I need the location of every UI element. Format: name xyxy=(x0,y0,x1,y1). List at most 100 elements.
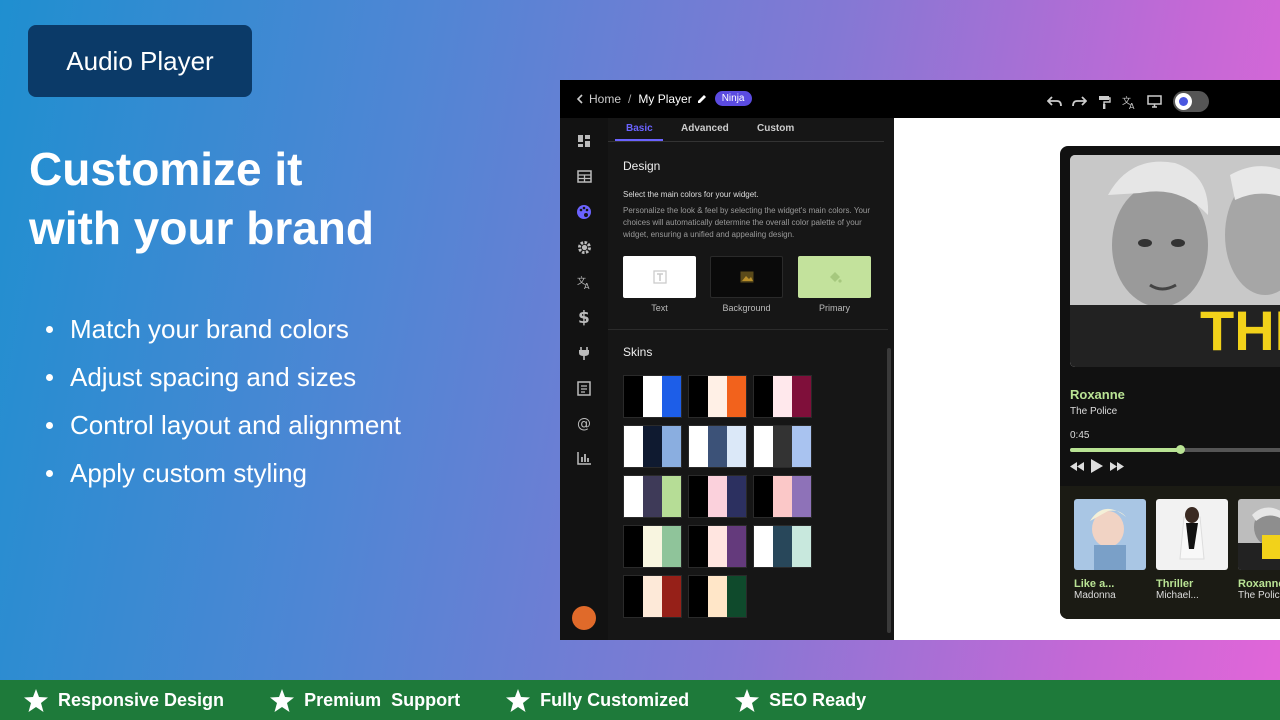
playlist-item-artist: Madonna xyxy=(1074,590,1116,601)
playlist-item-cover xyxy=(1156,499,1228,570)
skin-option[interactable] xyxy=(623,575,682,618)
fast-forward-icon[interactable] xyxy=(1110,461,1124,471)
form-icon[interactable] xyxy=(576,380,592,396)
undo-icon[interactable] xyxy=(1046,93,1063,110)
feature-item: Premium Support xyxy=(270,688,461,712)
tab-basic[interactable]: Basic xyxy=(626,123,653,134)
skin-option[interactable] xyxy=(688,575,747,618)
audio-player-widget: THE POLICE Roxanne The Police 0:45 Like … xyxy=(1060,146,1280,619)
skin-option[interactable] xyxy=(688,475,747,518)
feature-item: Fully Customized xyxy=(506,688,690,712)
translate-icon[interactable]: 文A xyxy=(1121,93,1138,110)
settings-panel: Basic Advanced Custom Design Select the … xyxy=(608,118,894,640)
progress-thumb[interactable] xyxy=(1176,445,1185,454)
skin-color-stripe xyxy=(754,426,773,467)
skin-color-stripe xyxy=(643,426,662,467)
active-tab-indicator xyxy=(615,139,663,141)
translate-icon[interactable]: 文A xyxy=(576,274,592,290)
dark-mode-toggle[interactable] xyxy=(1173,91,1209,112)
skin-option[interactable] xyxy=(688,375,747,418)
gear-icon[interactable] xyxy=(576,239,592,255)
text-color-swatch[interactable] xyxy=(623,256,696,298)
song-artist: The Police xyxy=(1070,406,1118,417)
breadcrumb: Home / My Player Ninja xyxy=(575,91,752,106)
panel-scrollbar[interactable] xyxy=(887,348,891,633)
skin-option[interactable] xyxy=(753,525,812,568)
desktop-icon[interactable] xyxy=(1146,93,1163,110)
feature-label: Fully Customized xyxy=(540,689,690,710)
progress-fill xyxy=(1070,448,1180,452)
skin-option[interactable] xyxy=(753,425,812,468)
playlist-item-cover xyxy=(1074,499,1146,570)
skin-option[interactable] xyxy=(688,425,747,468)
layout-icon[interactable] xyxy=(576,168,592,184)
skin-color-stripe xyxy=(754,526,773,567)
tab-custom[interactable]: Custom xyxy=(757,123,794,134)
skin-color-stripe xyxy=(662,376,681,417)
skin-color-stripe xyxy=(754,476,773,517)
skin-color-stripe xyxy=(689,426,708,467)
progress-bar[interactable] xyxy=(1070,445,1280,454)
primary-swatch-label: Primary xyxy=(819,303,850,313)
skin-color-stripe xyxy=(662,526,681,567)
at-icon[interactable]: @ xyxy=(576,415,592,431)
text-swatch-label: Text xyxy=(651,303,668,313)
preview-canvas: THE POLICE Roxanne The Police 0:45 Like … xyxy=(894,118,1280,640)
skins-section-title: Skins xyxy=(623,345,653,359)
rewind-icon[interactable] xyxy=(1070,461,1084,471)
redo-icon[interactable] xyxy=(1071,93,1088,110)
tab-bar: Basic Advanced Custom xyxy=(608,118,884,142)
plug-icon[interactable] xyxy=(576,345,592,361)
skin-option[interactable] xyxy=(753,475,812,518)
bullet-dot xyxy=(46,325,53,333)
pencil-icon[interactable] xyxy=(697,94,707,104)
playlist-item[interactable]: Thriller Michael... xyxy=(1156,499,1228,601)
feature-item: Responsive Design xyxy=(24,688,225,712)
bullet-text: Control layout and alignment xyxy=(70,410,401,440)
tab-advanced[interactable]: Advanced xyxy=(681,123,729,134)
skin-color-stripe xyxy=(662,476,681,517)
breadcrumb-home-link[interactable]: Home xyxy=(589,92,621,106)
avatar[interactable] xyxy=(572,606,596,630)
skin-color-stripe xyxy=(643,476,662,517)
analytics-icon[interactable] xyxy=(576,450,592,466)
feature-label: Responsive Design xyxy=(58,689,225,710)
skin-option[interactable] xyxy=(753,375,812,418)
paint-roller-icon[interactable] xyxy=(1096,93,1113,110)
song-title: Roxanne xyxy=(1070,387,1125,402)
dollar-icon[interactable]: $ xyxy=(576,308,592,326)
product-badge-label: Audio Player xyxy=(66,45,214,76)
primary-color-swatch[interactable] xyxy=(798,256,871,298)
playlist-item[interactable]: Roxanne The Polic xyxy=(1238,499,1280,601)
skin-option[interactable] xyxy=(688,525,747,568)
bullet-item: Control layout and alignment xyxy=(46,401,401,449)
skin-color-stripe xyxy=(662,576,681,617)
chevron-left-icon[interactable] xyxy=(575,93,585,104)
skin-option[interactable] xyxy=(623,525,682,568)
skin-color-stripe xyxy=(727,376,746,417)
feature-item: SEO Ready xyxy=(735,688,866,712)
play-icon[interactable] xyxy=(1091,459,1103,473)
skin-option[interactable] xyxy=(623,475,682,518)
headline: Customize it with your brand xyxy=(29,140,374,258)
skin-color-stripe xyxy=(708,476,727,517)
skin-color-stripe xyxy=(689,526,708,567)
breadcrumb-separator: / xyxy=(628,91,632,106)
background-color-swatch[interactable] xyxy=(710,256,783,298)
playlist-item[interactable]: Like a... Madonna xyxy=(1074,499,1146,601)
skin-option[interactable] xyxy=(623,425,682,468)
skin-color-stripe xyxy=(624,576,643,617)
bullet-text: Apply custom styling xyxy=(70,458,307,488)
album-cover: THE POLICE xyxy=(1070,155,1280,367)
playlist-item-artist: The Polic xyxy=(1238,590,1280,601)
skin-color-stripe xyxy=(689,576,708,617)
svg-text:A: A xyxy=(1129,102,1135,109)
feature-label: Premium Support xyxy=(304,689,461,710)
dashboard-icon[interactable] xyxy=(576,133,592,149)
playlist: Like a... Madonna Thriller Michael... Ro… xyxy=(1060,486,1280,619)
skin-color-stripe xyxy=(754,376,773,417)
skin-color-stripe xyxy=(624,526,643,567)
palette-icon[interactable] xyxy=(576,204,592,220)
skin-option[interactable] xyxy=(623,375,682,418)
skin-color-stripe xyxy=(643,376,662,417)
